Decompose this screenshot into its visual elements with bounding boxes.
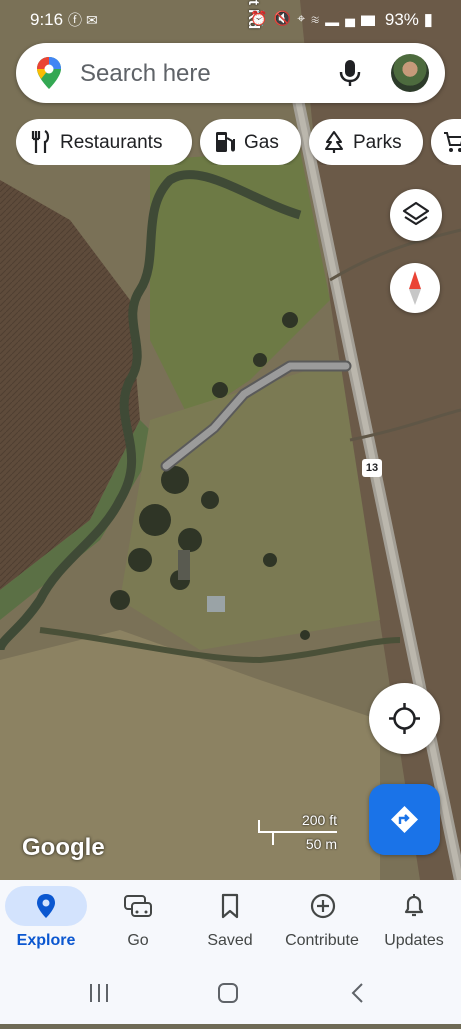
alarm-icon: ⏰	[250, 10, 274, 26]
bookmark-icon	[221, 893, 239, 919]
map-scale: 200 ft 50 m	[257, 812, 339, 852]
directions-icon	[391, 806, 418, 833]
search-bar[interactable]: Search here	[16, 43, 445, 103]
back-icon[interactable]	[351, 983, 363, 1003]
layers-icon	[402, 201, 430, 226]
nav-label: Go	[127, 932, 149, 949]
search-input[interactable]: Search here	[80, 60, 211, 88]
wifi-icon: ≋	[311, 10, 326, 26]
system-nav-icons	[90, 983, 363, 1003]
google-attribution: Google	[22, 834, 105, 861]
tree-icon	[325, 131, 343, 153]
chip-label: Parks	[353, 132, 402, 153]
route-shield: 13	[362, 459, 382, 477]
nav-updates[interactable]: Updates	[368, 880, 460, 964]
signal-icon: ▂▄▆	[325, 10, 381, 26]
mute-icon: 🔇	[273, 10, 298, 26]
layers-button[interactable]	[390, 189, 442, 241]
avatar[interactable]	[391, 54, 429, 92]
chip-gas[interactable]: Gas	[200, 119, 301, 165]
scale-feet: 200 ft	[301, 812, 337, 828]
car-icon	[124, 895, 152, 917]
status-time: 9:16	[30, 10, 64, 29]
nav-contribute[interactable]: Contribute	[276, 880, 368, 964]
facebook-icon: ⓕ	[68, 12, 86, 28]
gas-station-icon	[216, 132, 235, 152]
compass-button[interactable]	[390, 263, 440, 313]
nav-saved[interactable]: Saved	[184, 880, 276, 964]
restaurant-icon	[31, 130, 50, 153]
status-bar: 9:16 ⓕ✉ ⏰🔇⌖≋▂▄▆ 93% ▮	[0, 0, 461, 38]
compass-icon	[409, 271, 421, 305]
my-location-button[interactable]	[369, 683, 440, 754]
notification-icons: ⓕ✉	[68, 10, 102, 30]
nav-label: Contribute	[285, 932, 359, 949]
bell-icon	[404, 894, 424, 917]
cart-icon	[444, 132, 461, 152]
nav-go[interactable]: Go	[92, 880, 184, 964]
add-circle-icon	[310, 893, 336, 919]
pin-icon	[37, 894, 55, 918]
nav-explore[interactable]: Explore	[0, 880, 92, 964]
directions-button[interactable]	[369, 784, 440, 855]
mail-icon: ✉	[86, 12, 102, 28]
chip-parks[interactable]: Parks	[309, 119, 423, 165]
nav-label: Explore	[16, 932, 76, 949]
nav-label: Updates	[384, 932, 444, 949]
location-icon: ⌖	[297, 10, 312, 26]
home-icon[interactable]	[218, 983, 238, 1003]
system-navigation-bar	[0, 964, 461, 1024]
nav-label: Saved	[207, 932, 253, 949]
bottom-navigation: Explore Go Saved Contribute Updates	[0, 880, 461, 964]
chip-label: Gas	[244, 132, 279, 153]
maps-pin-icon	[37, 57, 61, 89]
chip-shopping[interactable]	[431, 119, 461, 165]
battery-text: 93%	[384, 10, 419, 29]
scale-meters: 50 m	[305, 836, 337, 852]
recents-icon[interactable]	[90, 984, 108, 1002]
my-location-icon	[389, 703, 420, 734]
chip-label: Restaurants	[60, 132, 163, 153]
chip-restaurants[interactable]: Restaurants	[16, 119, 192, 165]
mic-icon[interactable]	[338, 58, 362, 88]
category-chips: Restaurants Gas Parks	[16, 119, 461, 165]
battery-level: 93% ▮	[384, 10, 433, 29]
system-status-icons: ⏰🔇⌖≋▂▄▆	[250, 10, 381, 27]
